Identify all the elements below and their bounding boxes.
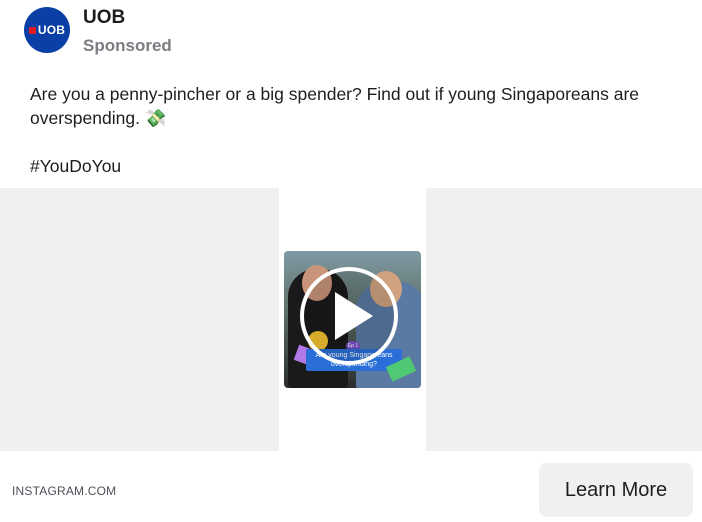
hashtag-link[interactable]: #YouDoYou [30,154,121,178]
page-name[interactable]: UOB [83,8,172,28]
play-button[interactable] [300,267,398,365]
link-domain: INSTAGRAM.COM [12,484,117,498]
video-thumbnail[interactable]: Ep 1 Are young Singaporeans overspending… [284,251,421,388]
media-padding-right [426,188,702,451]
header-text: UOB Sponsored [83,7,172,55]
media-padding-left [0,188,279,451]
avatar-text: UOB [37,23,66,37]
money-emoji-icon: 💸 [144,108,167,128]
media-area[interactable]: Ep 1 Are young Singaporeans overspending… [0,188,702,451]
play-icon [334,292,373,340]
learn-more-button[interactable]: Learn More [539,463,693,517]
post-header: UOB UOB Sponsored [24,7,172,55]
post-caption: Are you a penny-pincher or a big spender… [30,82,670,130]
uob-logo-mark [28,26,36,34]
sponsored-label[interactable]: Sponsored [83,37,172,55]
avatar[interactable]: UOB [24,7,70,53]
caption-text: Are you a penny-pincher or a big spender… [30,84,640,128]
